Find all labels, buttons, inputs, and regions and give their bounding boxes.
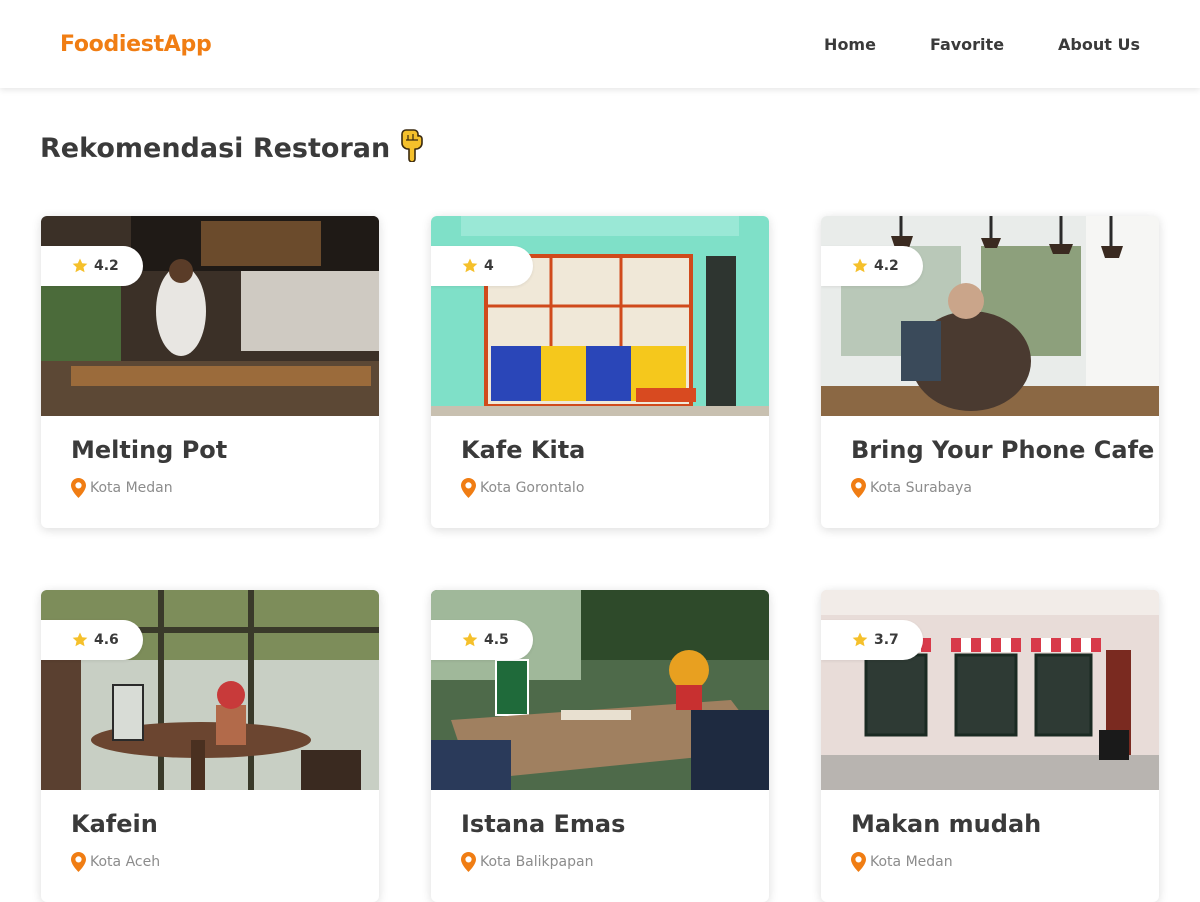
location-pin-icon: [851, 478, 866, 498]
restaurant-city: Kota Aceh: [90, 854, 161, 870]
restaurant-name[interactable]: Bring Your Phone Cafe: [851, 436, 1154, 464]
rating-value: 4.2: [94, 258, 119, 274]
rating-badge: 3.7: [821, 620, 923, 660]
brand-logo[interactable]: FoodiestApp: [60, 32, 212, 57]
restaurant-city: Kota Medan: [870, 854, 953, 870]
restaurant-location: Kota Surabaya: [851, 478, 1129, 498]
location-pin-icon: [461, 852, 476, 872]
restaurant-city: Kota Gorontalo: [480, 480, 585, 496]
location-pin-icon: [851, 852, 866, 872]
rating-badge: 4.5: [431, 620, 533, 660]
rating-badge: 4: [431, 246, 533, 286]
restaurant-name[interactable]: Kafe Kita: [461, 436, 739, 464]
restaurant-card[interactable]: 4.2 Melting Pot Kota Medan: [41, 216, 379, 528]
restaurant-card[interactable]: 3.7 Makan mudah Kota Medan: [821, 590, 1159, 902]
rating-value: 3.7: [874, 632, 899, 648]
restaurant-card[interactable]: 4.2 Bring Your Phone Cafe Kota Surabaya: [821, 216, 1159, 528]
restaurant-location: Kota Balikpapan: [461, 852, 739, 872]
rating-badge: 4.6: [41, 620, 143, 660]
rating-value: 4.5: [484, 632, 509, 648]
restaurant-location: Kota Aceh: [71, 852, 349, 872]
restaurant-location: Kota Gorontalo: [461, 478, 739, 498]
restaurant-city: Kota Medan: [90, 480, 173, 496]
location-pin-icon: [71, 478, 86, 498]
location-pin-icon: [461, 478, 476, 498]
hand-pointing-down-icon: [400, 128, 426, 169]
star-icon: [852, 632, 868, 647]
restaurant-name[interactable]: Makan mudah: [851, 810, 1129, 838]
restaurant-card[interactable]: 4.6 Kafein Kota Aceh: [41, 590, 379, 902]
rating-badge: 4.2: [41, 246, 143, 286]
nav-link-about-us[interactable]: About Us: [1058, 35, 1140, 54]
navbar: FoodiestApp Home Favorite About Us: [0, 0, 1200, 88]
restaurant-name[interactable]: Istana Emas: [461, 810, 739, 838]
rating-value: 4: [484, 258, 494, 274]
restaurant-location: Kota Medan: [71, 478, 349, 498]
restaurant-card[interactable]: 4 Kafe Kita Kota Gorontalo: [431, 216, 769, 528]
restaurant-city: Kota Balikpapan: [480, 854, 594, 870]
restaurant-card[interactable]: 4.5 Istana Emas Kota Balikpapan: [431, 590, 769, 902]
location-pin-icon: [71, 852, 86, 872]
star-icon: [72, 258, 88, 273]
star-icon: [462, 258, 478, 273]
section-title-text: Rekomendasi Restoran: [40, 133, 391, 164]
nav-link-home[interactable]: Home: [824, 35, 876, 54]
section-title: Rekomendasi Restoran: [40, 128, 426, 169]
restaurant-grid: 4.2 Melting Pot Kota Medan 4 Kafe Kita K…: [41, 216, 1159, 902]
restaurant-name[interactable]: Melting Pot: [71, 436, 349, 464]
nav-links: Home Favorite About Us: [770, 35, 1140, 54]
star-icon: [72, 632, 88, 647]
restaurant-location: Kota Medan: [851, 852, 1129, 872]
rating-badge: 4.2: [821, 246, 923, 286]
restaurant-name[interactable]: Kafein: [71, 810, 349, 838]
restaurant-city: Kota Surabaya: [870, 480, 972, 496]
rating-value: 4.2: [874, 258, 899, 274]
rating-value: 4.6: [94, 632, 119, 648]
star-icon: [852, 258, 868, 273]
star-icon: [462, 632, 478, 647]
nav-link-favorite[interactable]: Favorite: [930, 35, 1004, 54]
